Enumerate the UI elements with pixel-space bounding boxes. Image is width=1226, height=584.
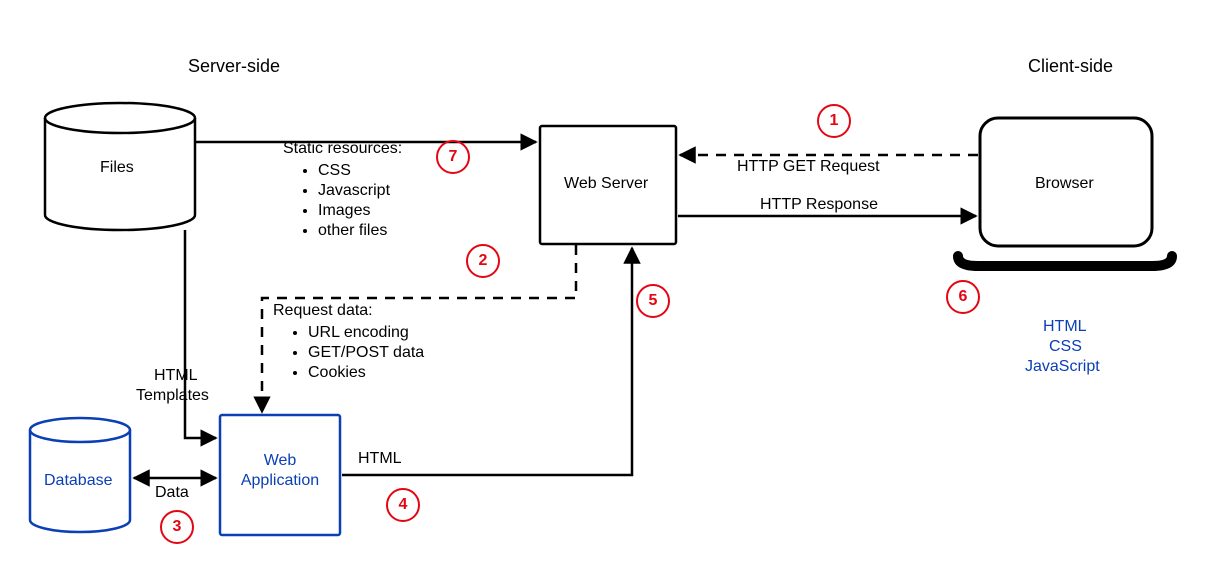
data-edge-label: Data (155, 484, 189, 502)
browser-label: Browser (1035, 175, 1094, 193)
static-res-item: Images (318, 202, 390, 220)
client-tech-html: HTML (1043, 318, 1087, 336)
step-badge-1: 1 (817, 104, 851, 138)
templates-l1: HTML (154, 367, 198, 385)
templates-l2: Templates (136, 387, 209, 405)
static-res-title: Static resources: (283, 140, 402, 158)
files-label: Files (100, 159, 134, 177)
static-res-item: other files (318, 222, 390, 240)
arrow-templates (185, 230, 216, 438)
database-label: Database (44, 472, 113, 490)
request-data-title: Request data: (273, 302, 373, 320)
web-app-label-1: Web (245, 452, 315, 470)
request-data-item: GET/POST data (308, 344, 424, 362)
step-badge-4: 4 (386, 488, 420, 522)
web-app-label-2: Application (238, 472, 322, 490)
client-tech-css: CSS (1049, 338, 1082, 356)
step-badge-5: 5 (636, 284, 670, 318)
static-res-item: CSS (318, 162, 390, 180)
step-badge-2: 2 (466, 244, 500, 278)
request-data-item: Cookies (308, 364, 424, 382)
web-server-label: Web Server (564, 175, 648, 193)
step-badge-3: 3 (160, 510, 194, 544)
http-response-label: HTTP Response (760, 196, 878, 214)
client-side-heading: Client-side (1028, 56, 1113, 77)
step-badge-7: 7 (436, 140, 470, 174)
static-res-list: CSS Javascript Images other files (298, 160, 390, 242)
step-badge-6: 6 (946, 280, 980, 314)
html-edge-label: HTML (358, 450, 402, 468)
request-data-list: URL encoding GET/POST data Cookies (288, 322, 424, 384)
static-res-item: Javascript (318, 182, 390, 200)
request-data-item: URL encoding (308, 324, 424, 342)
client-tech-js: JavaScript (1025, 358, 1100, 376)
http-get-label: HTTP GET Request (737, 158, 880, 176)
server-side-heading: Server-side (188, 56, 280, 77)
